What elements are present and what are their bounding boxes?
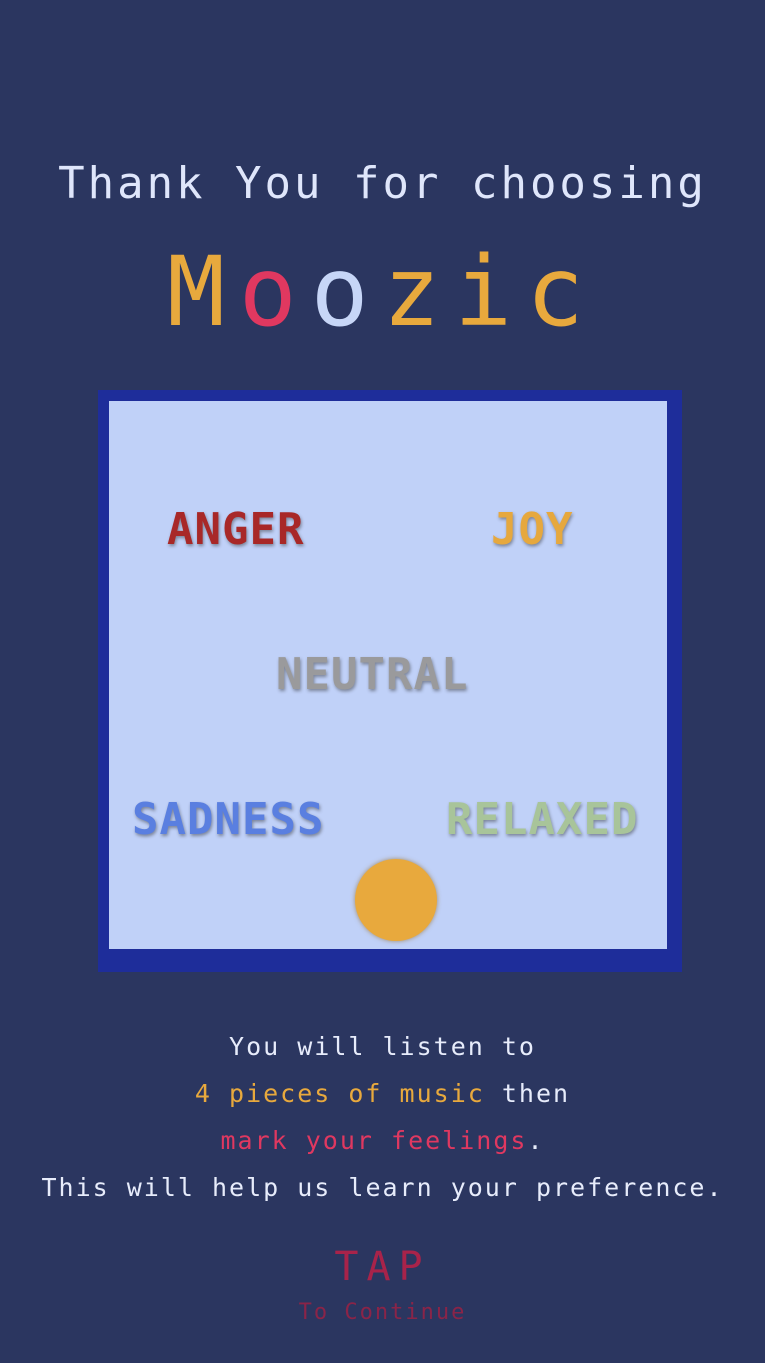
logo-letter: z (382, 236, 455, 348)
tap-to-continue-subtitle[interactable]: To Continue (0, 1300, 765, 1325)
emotion-label-relaxed: RELAXED (446, 794, 639, 845)
instruction-line-2: 4 pieces of music then (0, 1079, 765, 1108)
emotion-label-neutral: NEUTRAL (276, 649, 469, 700)
mood-marker-dot[interactable] (355, 859, 437, 941)
tap-to-continue-button[interactable]: TAP (0, 1244, 765, 1290)
instruction-text: . (527, 1126, 545, 1155)
logo-letter: o (238, 236, 311, 348)
thank-you-heading: Thank You for choosing (58, 158, 707, 209)
emotion-label-anger: ANGER (167, 504, 305, 555)
instruction-highlight-feelings: mark your feelings (220, 1126, 528, 1155)
instruction-line-1: You will listen to (229, 1032, 536, 1061)
logo-letter: M (167, 236, 239, 348)
emotion-grid[interactable]: ANGER JOY NEUTRAL SADNESS RELAXED (109, 401, 667, 949)
instruction-text: then (484, 1079, 571, 1108)
instruction-line-3: mark your feelings. (0, 1126, 765, 1155)
logo-letter: o (310, 236, 383, 348)
instruction-line-4: This will help us learn your preference. (41, 1173, 724, 1202)
emotion-grid-frame: ANGER JOY NEUTRAL SADNESS RELAXED (98, 390, 682, 972)
emotion-label-joy: JOY (491, 504, 574, 555)
instruction-highlight-music: 4 pieces of music (194, 1079, 485, 1108)
logo-letter: i (454, 236, 527, 348)
app-logo-moozic: Moozic (0, 236, 765, 348)
emotion-label-sadness: SADNESS (132, 794, 325, 845)
logo-letter: c (526, 236, 598, 348)
